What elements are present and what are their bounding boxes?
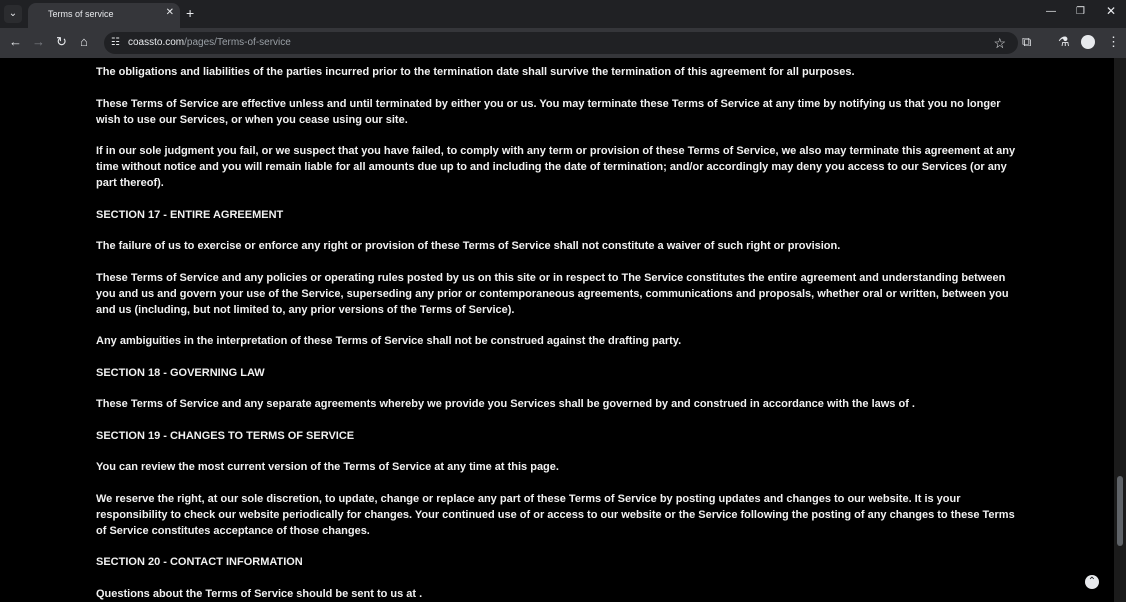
tab-strip: ⌄ Terms of service ✕ + — ❐ ✕ bbox=[0, 0, 1126, 28]
paragraph: You can review the most current version … bbox=[96, 461, 559, 473]
forward-icon[interactable]: → bbox=[32, 35, 45, 49]
section-heading: SECTION 20 - CONTACT INFORMATION bbox=[96, 556, 303, 568]
section-heading: SECTION 19 - CHANGES TO TERMS OF SERVICE bbox=[96, 429, 355, 442]
url-domain: coassto.com bbox=[128, 37, 185, 48]
extensions-icon[interactable]: ⧉ bbox=[1022, 34, 1031, 50]
section-heading: SECTION 18 - GOVERNING LAW bbox=[96, 366, 265, 379]
scroll-thumb[interactable] bbox=[1117, 476, 1123, 546]
url-text[interactable]: coassto.com/pages/Terms-of-service bbox=[128, 37, 291, 48]
scrollbar[interactable] bbox=[1114, 58, 1126, 602]
page-content: The obligations and liabilities of the p… bbox=[0, 58, 1126, 602]
labs-icon[interactable]: ⚗ bbox=[1058, 34, 1070, 50]
paragraph: The failure of us to exercise or enforce… bbox=[96, 240, 841, 252]
section-heading: SECTION 17 - ENTIRE AGREEMENT bbox=[96, 208, 284, 221]
back-icon[interactable]: ← bbox=[9, 35, 22, 49]
paragraph: These Terms of Service and any policies … bbox=[96, 271, 1009, 316]
paragraph: We reserve the right, at our sole discre… bbox=[96, 492, 1015, 537]
active-tab[interactable]: Terms of service ✕ bbox=[28, 3, 180, 28]
window-close-icon[interactable]: ✕ bbox=[1106, 4, 1116, 18]
more-icon[interactable]: ⋮ bbox=[1107, 34, 1120, 50]
address-bar[interactable]: ☷ coassto.com/pages/Terms-of-service ☆ bbox=[104, 32, 1018, 54]
tab-search-button[interactable]: ⌄ bbox=[4, 5, 22, 23]
browser-toolbar: ← → ↻ ⌂ ☷ coassto.com/pages/Terms-of-ser… bbox=[0, 28, 1126, 58]
scroll-to-top-icon[interactable]: ⌃ bbox=[1085, 575, 1099, 589]
paragraph: Any ambiguities in the interpretation of… bbox=[96, 335, 682, 347]
url-path: /pages/Terms-of-service bbox=[184, 37, 291, 48]
paragraph: The obligations and liabilities of the p… bbox=[96, 66, 855, 78]
close-icon[interactable]: ✕ bbox=[166, 7, 174, 18]
minimize-icon[interactable]: — bbox=[1046, 6, 1056, 17]
star-icon[interactable]: ☆ bbox=[993, 35, 1006, 52]
reload-icon[interactable]: ↻ bbox=[56, 35, 67, 49]
paragraph: If in our sole judgment you fail, or we … bbox=[96, 145, 1016, 189]
home-icon[interactable]: ⌂ bbox=[80, 35, 88, 49]
paragraph: Questions about the Terms of Service sho… bbox=[96, 587, 423, 600]
paragraph: These Terms of Service are effective unl… bbox=[96, 97, 1001, 126]
profile-icon[interactable] bbox=[1081, 35, 1095, 49]
tab-menu-icon: ⌄ bbox=[8, 8, 18, 19]
tab-title: Terms of service bbox=[48, 9, 114, 19]
plus-icon[interactable]: + bbox=[186, 6, 194, 20]
restore-icon[interactable]: ❐ bbox=[1076, 6, 1085, 17]
paragraph: These Terms of Service and any separate … bbox=[96, 398, 915, 410]
terms-text: The obligations and liabilities of the p… bbox=[96, 64, 1016, 602]
site-info-icon[interactable]: ☷ bbox=[111, 37, 120, 48]
